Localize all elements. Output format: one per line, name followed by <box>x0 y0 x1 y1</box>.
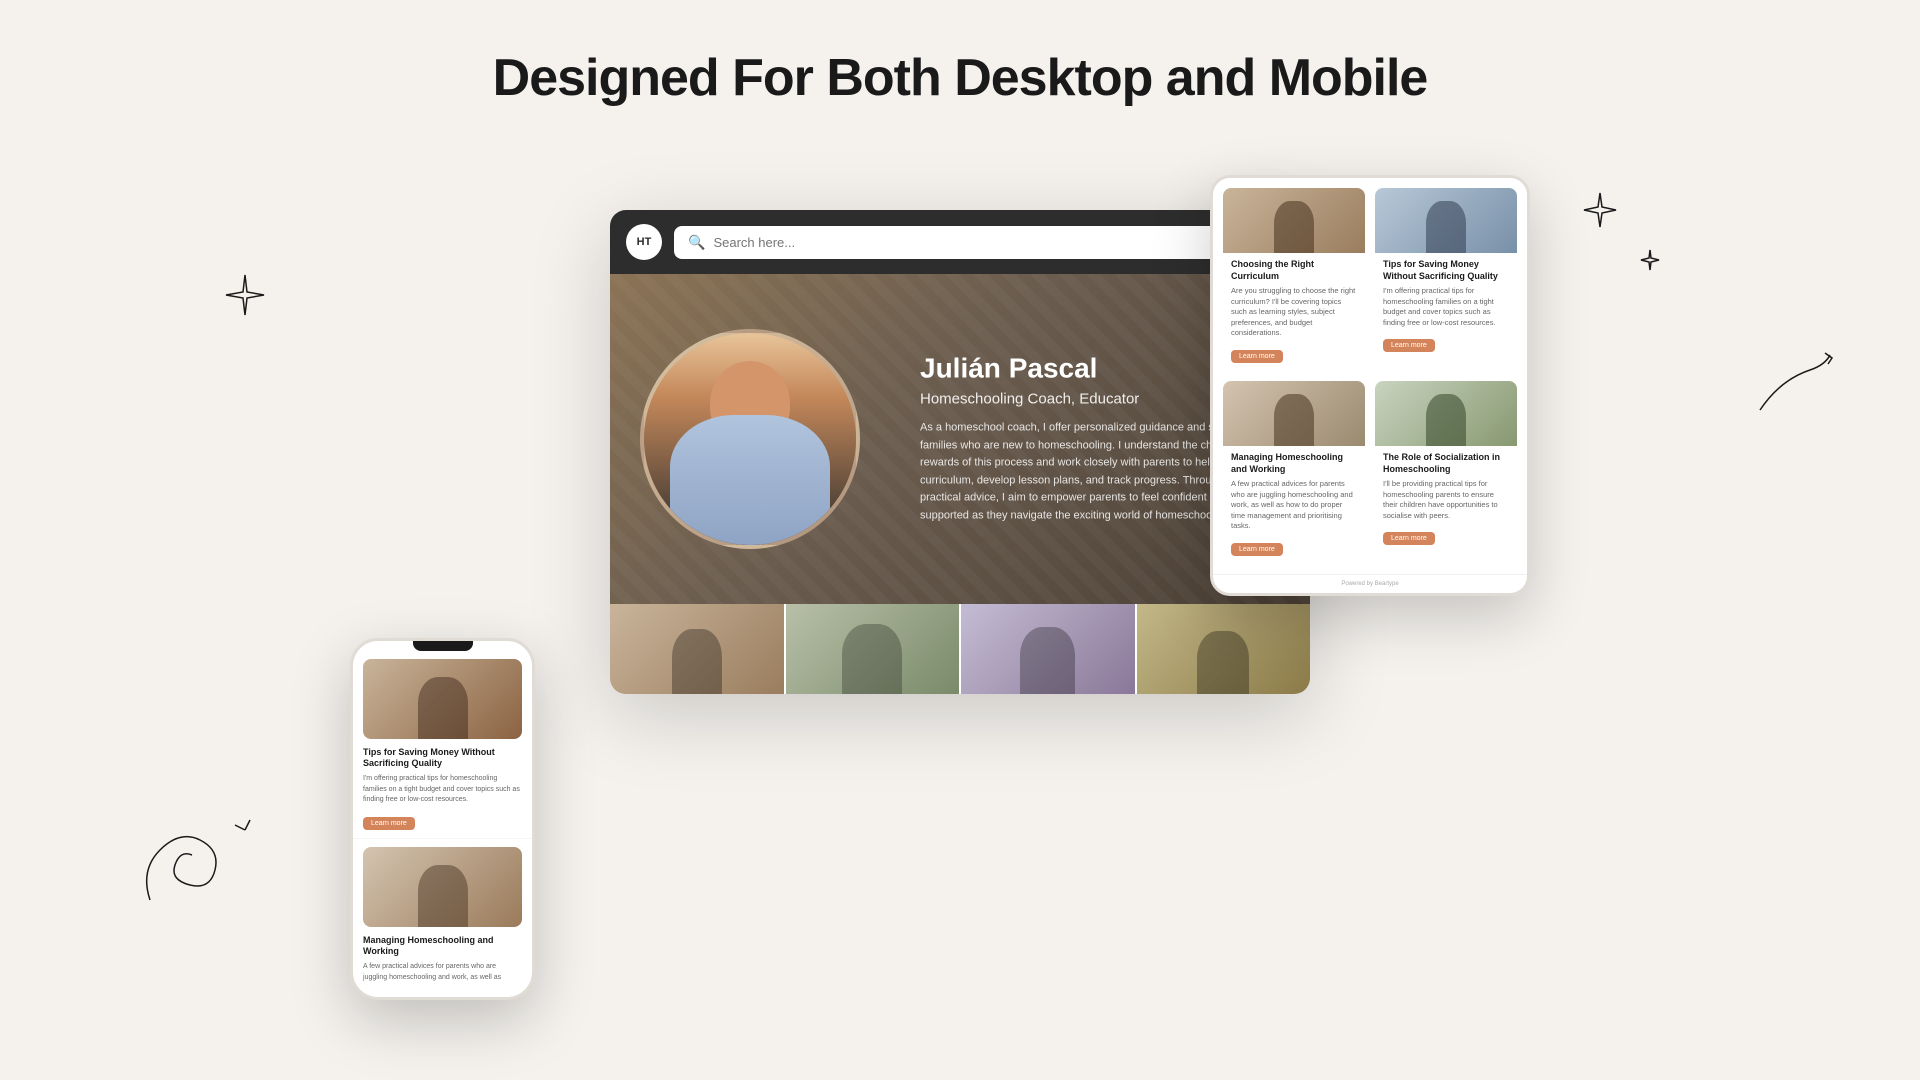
tablet-card-3: Managing Homeschooling and Working A few… <box>1223 381 1365 564</box>
search-bar[interactable]: 🔍 <box>674 226 1246 259</box>
star-decoration-right-large <box>1580 190 1620 230</box>
bottom-image-strip <box>610 604 1310 694</box>
arrow-decoration-right <box>1750 350 1840 420</box>
phone-card-title-1: Tips for Saving Money Without Sacrificin… <box>363 747 522 770</box>
tablet-card-desc-4: I'll be providing practical tips for hom… <box>1383 479 1509 521</box>
learn-more-button-2[interactable]: Learn more <box>1383 339 1435 352</box>
tablet-card-title-4: The Role of Socialization in Homeschooli… <box>1383 452 1509 475</box>
desktop-mockup: HT 🔍 <box>610 210 1310 694</box>
tablet-card-1: Choosing the Right Curriculum Are you st… <box>1223 188 1365 371</box>
phone-card-title-2: Managing Homeschooling and Working <box>363 935 522 958</box>
desktop-hero: Julián Pascal Homeschooling Coach, Educa… <box>610 274 1310 604</box>
tablet-card-4: The Role of Socialization in Homeschooli… <box>1375 381 1517 564</box>
learn-more-button-3[interactable]: Learn more <box>1231 543 1283 556</box>
strip-image-3 <box>961 604 1137 694</box>
tablet-card-desc-3: A few practical advices for parents who … <box>1231 479 1357 532</box>
search-icon: 🔍 <box>688 234 705 251</box>
star-decoration-left <box>220 270 270 320</box>
tablet-card-title-2: Tips for Saving Money Without Sacrificin… <box>1383 259 1509 282</box>
tablet-card-2: Tips for Saving Money Without Sacrificin… <box>1375 188 1517 371</box>
phone-mockup: Tips for Saving Money Without Sacrificin… <box>350 638 535 1000</box>
tablet-card-image-1 <box>1223 188 1365 253</box>
tablet-card-image-2 <box>1375 188 1517 253</box>
star-decoration-right-small <box>1638 248 1662 272</box>
phone-notch <box>413 641 473 651</box>
phone-card-desc-1: I'm offering practical tips for homescho… <box>363 774 522 806</box>
learn-more-button-1[interactable]: Learn more <box>1231 350 1283 363</box>
phone-card-2: Managing Homeschooling and Working A few… <box>353 839 532 997</box>
tablet-footer-text: Powered by Beartype <box>1341 581 1398 587</box>
phone-card-image-1 <box>363 659 522 739</box>
tablet-card-desc-2: I'm offering practical tips for homescho… <box>1383 286 1509 328</box>
desktop-topbar: HT 🔍 <box>610 210 1310 274</box>
strip-image-4 <box>1137 604 1311 694</box>
tablet-card-image-4 <box>1375 381 1517 446</box>
tablet-mockup: Choosing the Right Curriculum Are you st… <box>1210 175 1530 596</box>
page-title: Designed For Both Desktop and Mobile <box>0 0 1920 108</box>
learn-more-button-4[interactable]: Learn more <box>1383 532 1435 545</box>
phone-card-1: Tips for Saving Money Without Sacrificin… <box>353 651 532 839</box>
devices-container: HT 🔍 <box>410 160 1510 1020</box>
tablet-footer: Powered by Beartype <box>1213 574 1527 593</box>
phone-card-desc-2: A few practical advices for parents who … <box>363 962 522 983</box>
search-input[interactable] <box>713 235 1232 250</box>
tablet-card-title-1: Choosing the Right Curriculum <box>1231 259 1357 282</box>
phone-learn-more-button-1[interactable]: Learn more <box>363 817 415 830</box>
hero-photo <box>640 329 860 549</box>
phone-card-image-2 <box>363 847 522 927</box>
strip-image-1 <box>610 604 786 694</box>
swirl-decoration-left <box>130 810 260 920</box>
tablet-card-title-3: Managing Homeschooling and Working <box>1231 452 1357 475</box>
strip-image-2 <box>786 604 962 694</box>
tablet-card-desc-1: Are you struggling to choose the right c… <box>1231 286 1357 339</box>
tablet-card-grid: Choosing the Right Curriculum Are you st… <box>1213 178 1527 574</box>
logo-badge: HT <box>626 224 662 260</box>
tablet-card-image-3 <box>1223 381 1365 446</box>
